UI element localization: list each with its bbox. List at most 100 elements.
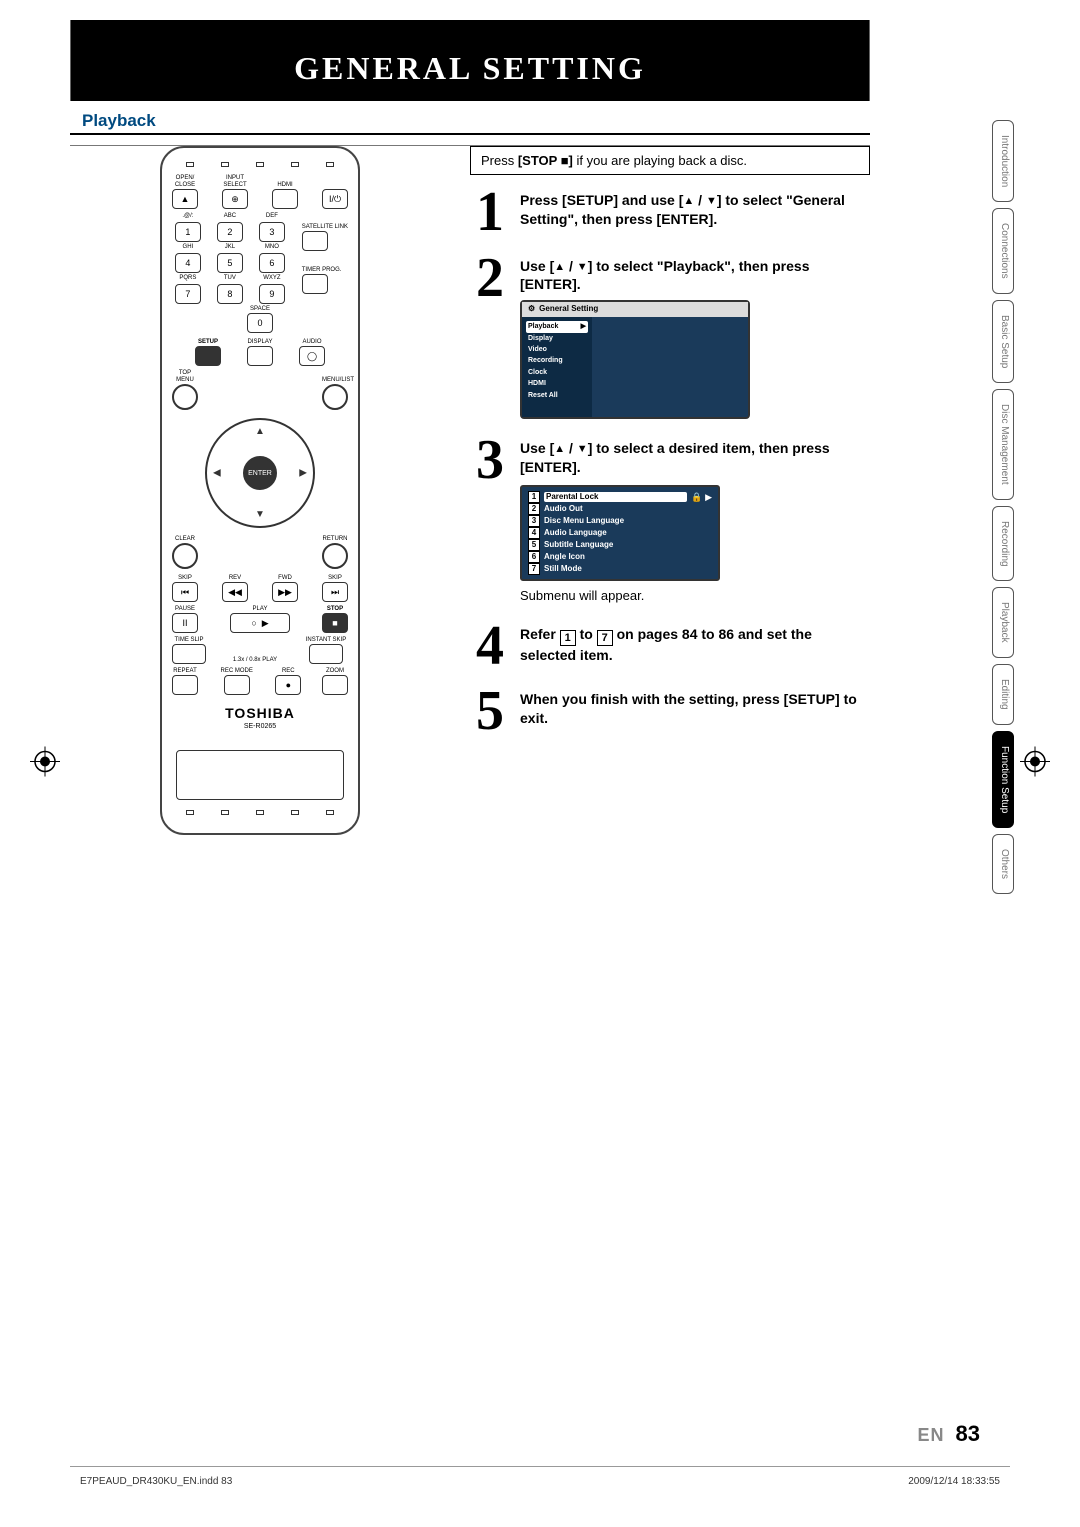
btn-timer: [302, 274, 328, 294]
s5-text: When you finish with the setting, press …: [520, 691, 857, 726]
page-body: GENERAL SETTING Playback OPEN/ CLOSE▲ IN…: [70, 20, 870, 835]
info-button: [STOP ■]: [518, 153, 573, 168]
btn-1: 1: [175, 222, 201, 242]
page-title: GENERAL SETTING: [70, 20, 870, 101]
s1b: /: [694, 192, 706, 208]
lock-icon: 🔒 ▶: [691, 491, 712, 503]
osd-item: Video: [526, 344, 588, 355]
up-arrow-icon: ▲: [683, 194, 694, 209]
btn-5: 5: [217, 253, 243, 273]
osd-title-text: General Setting: [539, 304, 598, 315]
sn3: 4: [528, 527, 540, 539]
btn-setup: [195, 346, 221, 366]
btn-power: I/⏻: [322, 189, 348, 209]
lbl-return: RETURN: [322, 536, 348, 543]
tab-editing[interactable]: Editing: [992, 664, 1014, 725]
lbl-skip-back: SKIP: [172, 575, 198, 582]
btn-3: 3: [259, 222, 285, 242]
step-num-3: 3: [470, 437, 510, 604]
remote-dot: [291, 810, 299, 815]
tab-connections[interactable]: Connections: [992, 208, 1014, 294]
osd-item: Recording: [526, 355, 588, 366]
info-suffix: if you are playing back a disc.: [573, 153, 747, 168]
lbl-topmenu: TOP MENU: [172, 370, 198, 384]
tab-function-setup[interactable]: Function Setup: [992, 731, 1014, 828]
remote-column: OPEN/ CLOSE▲ INPUT SELECT⊕ HDMI I/⏻ .@/:…: [70, 146, 450, 835]
tab-disc-management[interactable]: Disc Management: [992, 389, 1014, 500]
osd-pane: [592, 317, 748, 417]
lbl-input-select: INPUT SELECT: [222, 175, 248, 189]
btn-timeslip: [172, 644, 206, 664]
s3b: /: [565, 440, 577, 456]
remote-dot: [221, 162, 229, 167]
sn5: 6: [528, 551, 540, 563]
nav-pad: ▲ ▼ ◀ ▶ ENTER: [205, 418, 315, 528]
step-2: 2 Use [▲ / ▼] to select "Playback", then…: [470, 255, 870, 420]
osd-item: HDMI: [526, 378, 588, 389]
page-number: 83: [956, 1421, 980, 1446]
side-tabs: Introduction Connections Basic Setup Dis…: [992, 120, 1014, 894]
btn-display: [247, 346, 273, 366]
remote-dot: [186, 810, 194, 815]
registration-mark-right: [1020, 746, 1050, 781]
step-4: 4 Refer 1 to 7 on pages 84 to 86 and set…: [470, 623, 870, 671]
sn6: 7: [528, 563, 540, 575]
page-number-block: EN 83: [917, 1421, 980, 1447]
lbl-rev: REV: [222, 575, 248, 582]
lbl-display: DISPLAY: [247, 339, 273, 346]
submenu-row: 2Audio Out: [528, 503, 712, 515]
btn-audio: ◯: [299, 346, 325, 366]
btn-return: [322, 543, 348, 569]
btn-pause: II: [172, 613, 198, 633]
s4a: Refer: [520, 626, 560, 642]
step-num-2: 2: [470, 255, 510, 420]
remote-dot: [256, 162, 264, 167]
btn-skip-back: ⏮: [172, 582, 198, 602]
tab-introduction[interactable]: Introduction: [992, 120, 1014, 202]
lbl-fwd: FWD: [272, 575, 298, 582]
lbl-hdmi: HDMI: [272, 182, 298, 189]
lbl-timeslip: TIME SLIP: [172, 637, 206, 644]
btn-9: 9: [259, 284, 285, 304]
tab-others[interactable]: Others: [992, 834, 1014, 894]
section-header: Playback: [82, 111, 870, 131]
lbl-5: JKL: [217, 244, 243, 251]
steps-column: Press [STOP ■] if you are playing back a…: [470, 146, 870, 835]
remote-dot: [186, 162, 194, 167]
step-1: 1 Press [SETUP] and use [▲ / ▼] to selec…: [470, 189, 870, 237]
footer-file: E7PEAUD_DR430KU_EN.indd 83: [80, 1476, 232, 1487]
btn-fwd: ▶▶: [272, 582, 298, 602]
lbl-setup: SETUP: [195, 339, 221, 346]
st6: Still Mode: [544, 564, 712, 575]
lbl-stop: STOP: [322, 606, 348, 613]
submenu-row: 4Audio Language: [528, 527, 712, 539]
lbl-speedplay: 1.3x / 0.8x PLAY: [223, 657, 287, 664]
step3-note: Submenu will appear.: [520, 587, 870, 605]
ref-box-1: 1: [560, 630, 576, 646]
btn-open-close: ▲: [172, 189, 198, 209]
tab-recording[interactable]: Recording: [992, 506, 1014, 582]
btn-8: 8: [217, 284, 243, 304]
step-3: 3 Use [▲ / ▼] to select a desired item, …: [470, 437, 870, 604]
st4: Subtitle Language: [544, 540, 712, 551]
btn-2: 2: [217, 222, 243, 242]
sn4: 5: [528, 539, 540, 551]
tab-playback[interactable]: Playback: [992, 587, 1014, 658]
lbl-8: TUV: [217, 275, 243, 282]
arrow-left-icon: ◀: [213, 468, 221, 479]
submenu-list: 1Parental Lock🔒 ▶ 2Audio Out 3Disc Menu …: [520, 485, 720, 581]
btn-enter: ENTER: [243, 456, 277, 490]
remote-dot: [221, 810, 229, 815]
remote-dot: [256, 810, 264, 815]
btn-instantskip: [309, 644, 343, 664]
lbl-zoom: ZOOM: [322, 668, 348, 675]
info-box: Press [STOP ■] if you are playing back a…: [470, 146, 870, 175]
osd-item: Reset All: [526, 390, 588, 401]
sn2: 3: [528, 515, 540, 527]
btn-play: ○ ▶: [230, 613, 290, 633]
btn-satellite: [302, 231, 328, 251]
btn-stop: ■: [322, 613, 348, 633]
tab-basic-setup[interactable]: Basic Setup: [992, 300, 1014, 383]
footer-rule: [70, 1466, 1010, 1467]
lbl-recmode: REC MODE: [219, 668, 255, 675]
